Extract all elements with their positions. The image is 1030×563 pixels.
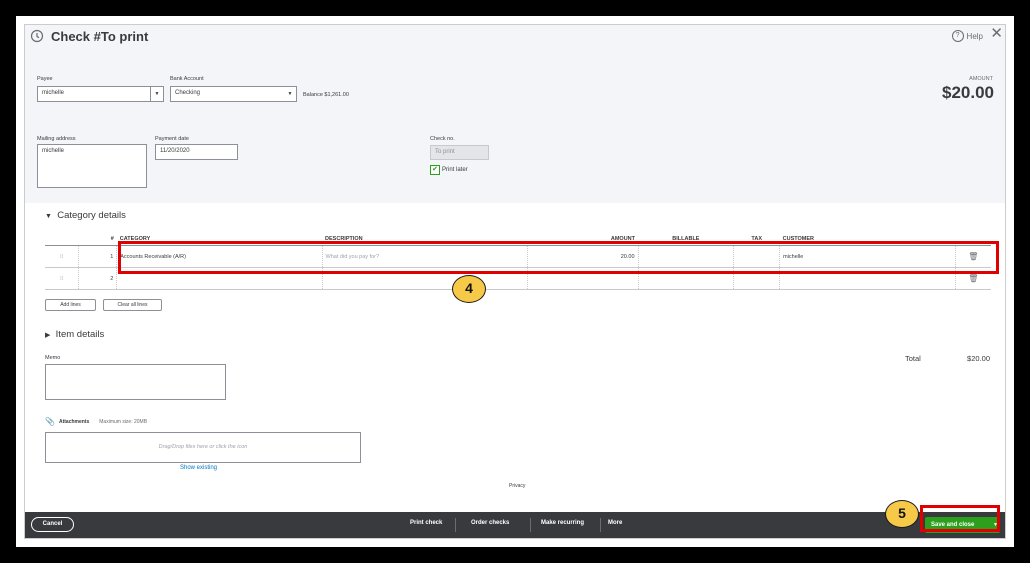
row-number: 1 (78, 245, 118, 268)
payment-date-label: Payment date (155, 136, 189, 142)
footer-bar: Cancel Print check Order checks Make rec… (25, 512, 1005, 538)
caret-right-icon: ▶ (45, 332, 51, 339)
paperclip-icon[interactable]: 📎 (45, 417, 55, 426)
bank-account-value: Checking (175, 90, 201, 96)
help-link[interactable]: ? Help (951, 30, 983, 42)
drag-handle-icon[interactable]: ⁞⁞ (45, 245, 80, 268)
row-number: 2 (78, 267, 118, 290)
drag-col-header (45, 232, 79, 246)
print-later-checkbox[interactable]: ✔ Print later (430, 165, 468, 175)
header-panel (25, 25, 1005, 203)
footer-divider (455, 518, 456, 532)
payee-field[interactable]: michelle ▼ (37, 86, 164, 102)
num-col-header: # (78, 232, 117, 246)
check-no-field[interactable]: To print (430, 145, 489, 160)
total-label: Total (905, 354, 921, 363)
highlight-save-box (920, 505, 1000, 532)
memo-field[interactable] (45, 364, 226, 400)
attachments-max-size: Maximum size: 20MB (99, 418, 148, 425)
highlight-row-box (118, 241, 999, 274)
attachments-label: Attachments (58, 418, 90, 425)
privacy-link[interactable]: Privacy (509, 483, 525, 489)
amount-label: AMOUNT (969, 76, 993, 82)
bank-balance: Balance $1,261.00 (303, 92, 349, 98)
chevron-down-icon[interactable]: ▼ (284, 87, 296, 101)
clear-all-lines-button[interactable]: Clear all lines (103, 299, 162, 311)
item-details-title: Item details (55, 329, 105, 340)
help-label: Help (966, 31, 983, 41)
cancel-button[interactable]: Cancel (31, 517, 74, 532)
bank-account-select[interactable]: Checking ▼ (170, 86, 297, 102)
category-details-title: Category details (57, 210, 126, 221)
footer-divider (530, 518, 531, 532)
mailing-address-field[interactable]: michelle (37, 144, 147, 188)
bank-account-label: Bank Account (170, 76, 204, 82)
drag-handle-icon[interactable]: ⁞⁞ (45, 267, 80, 290)
footer-divider (600, 518, 601, 532)
callout-step-4: 4 (452, 275, 486, 303)
print-later-label: Print later (442, 167, 468, 173)
order-checks-button[interactable]: Order checks (471, 520, 509, 526)
help-icon: ? (951, 30, 964, 42)
more-button[interactable]: More (608, 520, 622, 526)
callout-step-5: 5 (885, 500, 919, 528)
mailing-address-label: Mailing address (37, 136, 76, 142)
screenshot-frame: Check #To print ? Help ✕ Payee michelle ▼ … (16, 16, 1014, 547)
total-value: $20.00 (967, 354, 990, 363)
checkmark-icon: ✔ (430, 165, 440, 175)
show-existing-link[interactable]: Show existing (180, 465, 217, 471)
check-no-label: Check no. (430, 136, 455, 142)
item-details-toggle[interactable]: ▶ Item details (45, 329, 104, 340)
attachments-dropzone[interactable]: Drag/Drop files here or click the icon (45, 432, 361, 463)
print-check-button[interactable]: Print check (410, 520, 442, 526)
payee-value: michelle (42, 90, 65, 96)
close-icon[interactable]: ✕ (990, 25, 1003, 43)
payee-label: Payee (37, 76, 53, 82)
add-lines-button[interactable]: Add lines (45, 299, 96, 311)
caret-down-icon: ▼ (45, 213, 52, 220)
attachments-header: 📎 Attachments Maximum size: 20MB (45, 417, 147, 426)
category-details-toggle[interactable]: ▼ Category details (45, 210, 126, 221)
payment-date-field[interactable]: 11/20/2020 (155, 144, 238, 160)
page-title: Check #To print (51, 29, 149, 44)
chevron-down-icon[interactable]: ▼ (150, 87, 163, 101)
check-window: Check #To print ? Help ✕ Payee michelle ▼ … (24, 24, 1006, 539)
history-icon[interactable] (30, 29, 44, 43)
make-recurring-button[interactable]: Make recurring (541, 520, 584, 526)
memo-label: Memo (45, 355, 61, 361)
amount-value: $20.00 (942, 83, 994, 102)
